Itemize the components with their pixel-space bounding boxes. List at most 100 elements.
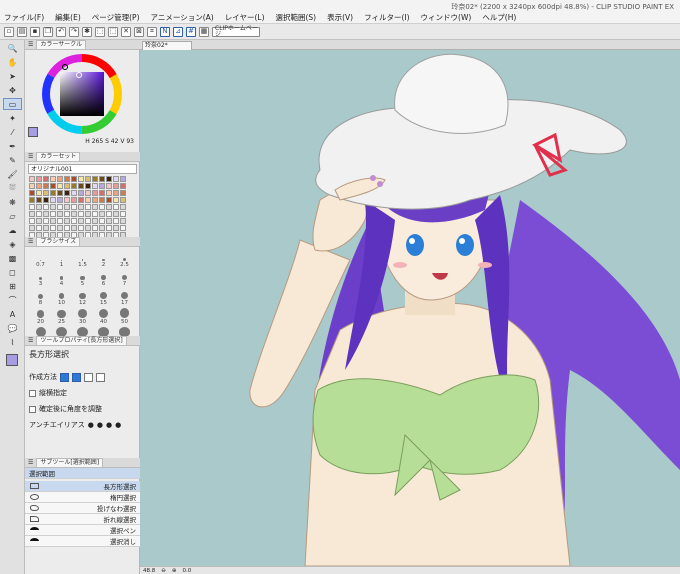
brush-size-chip[interactable]: 17 <box>115 289 134 306</box>
aspect-ratio-checkbox[interactable] <box>29 389 36 397</box>
color-swatch[interactable] <box>78 176 84 182</box>
color-swatch[interactable] <box>106 211 112 217</box>
brush-size-chip[interactable]: 12 <box>73 289 92 306</box>
color-swatch[interactable] <box>113 183 119 189</box>
brush-size-chip[interactable]: 1.5 <box>73 251 92 268</box>
color-swatch[interactable] <box>106 218 112 224</box>
undo-icon[interactable]: ↶ <box>56 26 66 37</box>
color-swatch[interactable] <box>43 197 49 203</box>
settings-icon[interactable]: ▦ <box>199 26 209 37</box>
brush-size-chip[interactable]: 50 <box>115 308 134 325</box>
color-swatch[interactable] <box>99 218 105 224</box>
color-swatch[interactable] <box>43 204 49 210</box>
color-swatch[interactable] <box>120 211 126 217</box>
crop-icon[interactable]: ⌗ <box>147 26 157 37</box>
color-swatch[interactable] <box>92 190 98 196</box>
brush-size-chip[interactable]: 2 <box>94 251 113 268</box>
gradient-tool-icon[interactable]: ▩ <box>3 252 22 264</box>
color-swatch[interactable] <box>36 218 42 224</box>
color-swatch[interactable] <box>120 225 126 231</box>
sub-tool-tab[interactable]: サブツール[選択範囲] <box>36 458 104 467</box>
zoom-out-icon[interactable]: ⊖ <box>161 568 166 574</box>
color-swatch[interactable] <box>36 176 42 182</box>
selection-tool-icon[interactable]: ▭ <box>3 98 22 110</box>
color-swatch[interactable] <box>106 183 112 189</box>
color-swatch[interactable] <box>64 225 70 231</box>
color-swatch[interactable] <box>36 211 42 217</box>
antialias-strong-icon[interactable]: ● <box>115 421 121 429</box>
color-swatch[interactable] <box>78 197 84 203</box>
color-swatch[interactable] <box>57 204 63 210</box>
color-swatch[interactable] <box>92 176 98 182</box>
color-swatch[interactable] <box>29 218 35 224</box>
color-swatch[interactable] <box>57 176 63 182</box>
brush-size-chip[interactable]: 7 <box>115 270 134 287</box>
color-swatch[interactable] <box>85 225 91 231</box>
color-swatch[interactable] <box>50 218 56 224</box>
color-swatch[interactable] <box>92 218 98 224</box>
brush-size-chip[interactable]: 6 <box>94 270 113 287</box>
main-color-swatch[interactable] <box>6 354 18 366</box>
eyedropper-tool-icon[interactable]: ⁄ <box>3 126 22 138</box>
color-swatch[interactable] <box>50 204 56 210</box>
color-swatch[interactable] <box>85 176 91 182</box>
intersect-selection-icon[interactable] <box>96 372 105 382</box>
color-swatch[interactable] <box>78 204 84 210</box>
canvas-area[interactable]: 玲奈02* <box>140 40 680 574</box>
brush-size-chip[interactable]: 8 <box>31 289 50 306</box>
color-swatch[interactable] <box>43 218 49 224</box>
color-swatch[interactable] <box>64 183 70 189</box>
color-swatch[interactable] <box>57 197 63 203</box>
menu-layer[interactable]: レイヤー(L) <box>225 12 265 23</box>
color-swatch[interactable] <box>92 225 98 231</box>
decoration-tool-icon[interactable]: ❋ <box>3 196 22 208</box>
blend-tool-icon[interactable]: ☁ <box>3 224 22 236</box>
text-tool-icon[interactable]: A <box>3 308 22 320</box>
color-swatch[interactable] <box>113 204 119 210</box>
color-swatch[interactable] <box>92 204 98 210</box>
sub-tool-selection-eraser[interactable]: 選択消し <box>25 536 140 547</box>
color-swatch[interactable] <box>36 183 42 189</box>
menu-page[interactable]: ページ管理(P) <box>92 12 140 23</box>
color-swatch[interactable] <box>113 190 119 196</box>
color-swatch[interactable] <box>50 211 56 217</box>
deselect-icon[interactable]: ✕ <box>121 26 131 37</box>
color-swatch[interactable] <box>120 197 126 203</box>
color-swatch[interactable] <box>64 204 70 210</box>
color-wheel[interactable] <box>35 54 129 134</box>
color-wheel-tab[interactable]: カラーサークル <box>36 40 87 49</box>
color-swatch[interactable] <box>43 183 49 189</box>
brush-size-chip[interactable]: 0.7 <box>31 251 50 268</box>
color-swatch[interactable] <box>106 176 112 182</box>
subtract-selection-icon[interactable] <box>84 372 93 382</box>
menu-view[interactable]: 表示(V) <box>327 12 353 23</box>
color-swatch[interactable] <box>43 190 49 196</box>
open-file-icon[interactable]: ▤ <box>17 26 27 37</box>
color-swatch[interactable] <box>106 190 112 196</box>
current-color-chip[interactable] <box>28 127 38 137</box>
brush-size-chip[interactable]: 2.5 <box>115 251 134 268</box>
adjust-angle-checkbox[interactable] <box>29 405 36 413</box>
snap-special-icon[interactable]: ⊿ <box>173 26 183 37</box>
color-swatch[interactable] <box>64 197 70 203</box>
color-swatch[interactable] <box>71 225 77 231</box>
balloon-tool-icon[interactable]: 💬 <box>3 322 22 334</box>
color-swatch[interactable] <box>106 204 112 210</box>
zoom-value[interactable]: 48.8 <box>143 568 155 574</box>
sub-tool-polyline-select[interactable]: 折れ線選択 <box>25 514 140 525</box>
sub-tool-group[interactable]: 選択範囲 <box>25 468 140 479</box>
color-set-tab[interactable]: カラーセット <box>36 152 81 161</box>
color-swatch[interactable] <box>120 183 126 189</box>
color-swatch[interactable] <box>29 190 35 196</box>
brush-size-chip[interactable]: 10 <box>52 289 71 306</box>
color-swatch[interactable] <box>78 225 84 231</box>
zoom-in-icon[interactable]: ⊕ <box>172 568 177 574</box>
select-all-icon[interactable]: ⬚ <box>108 26 118 37</box>
color-swatch[interactable] <box>106 197 112 203</box>
clip-home-button[interactable]: CLIPホームページ <box>212 25 260 37</box>
color-swatch[interactable] <box>85 218 91 224</box>
sub-tool-lasso-select[interactable]: 投げなわ選択 <box>25 503 140 514</box>
hand-tool-icon[interactable]: ✋ <box>3 56 22 68</box>
color-swatch[interactable] <box>50 183 56 189</box>
brush-size-chip[interactable]: 40 <box>94 308 113 325</box>
